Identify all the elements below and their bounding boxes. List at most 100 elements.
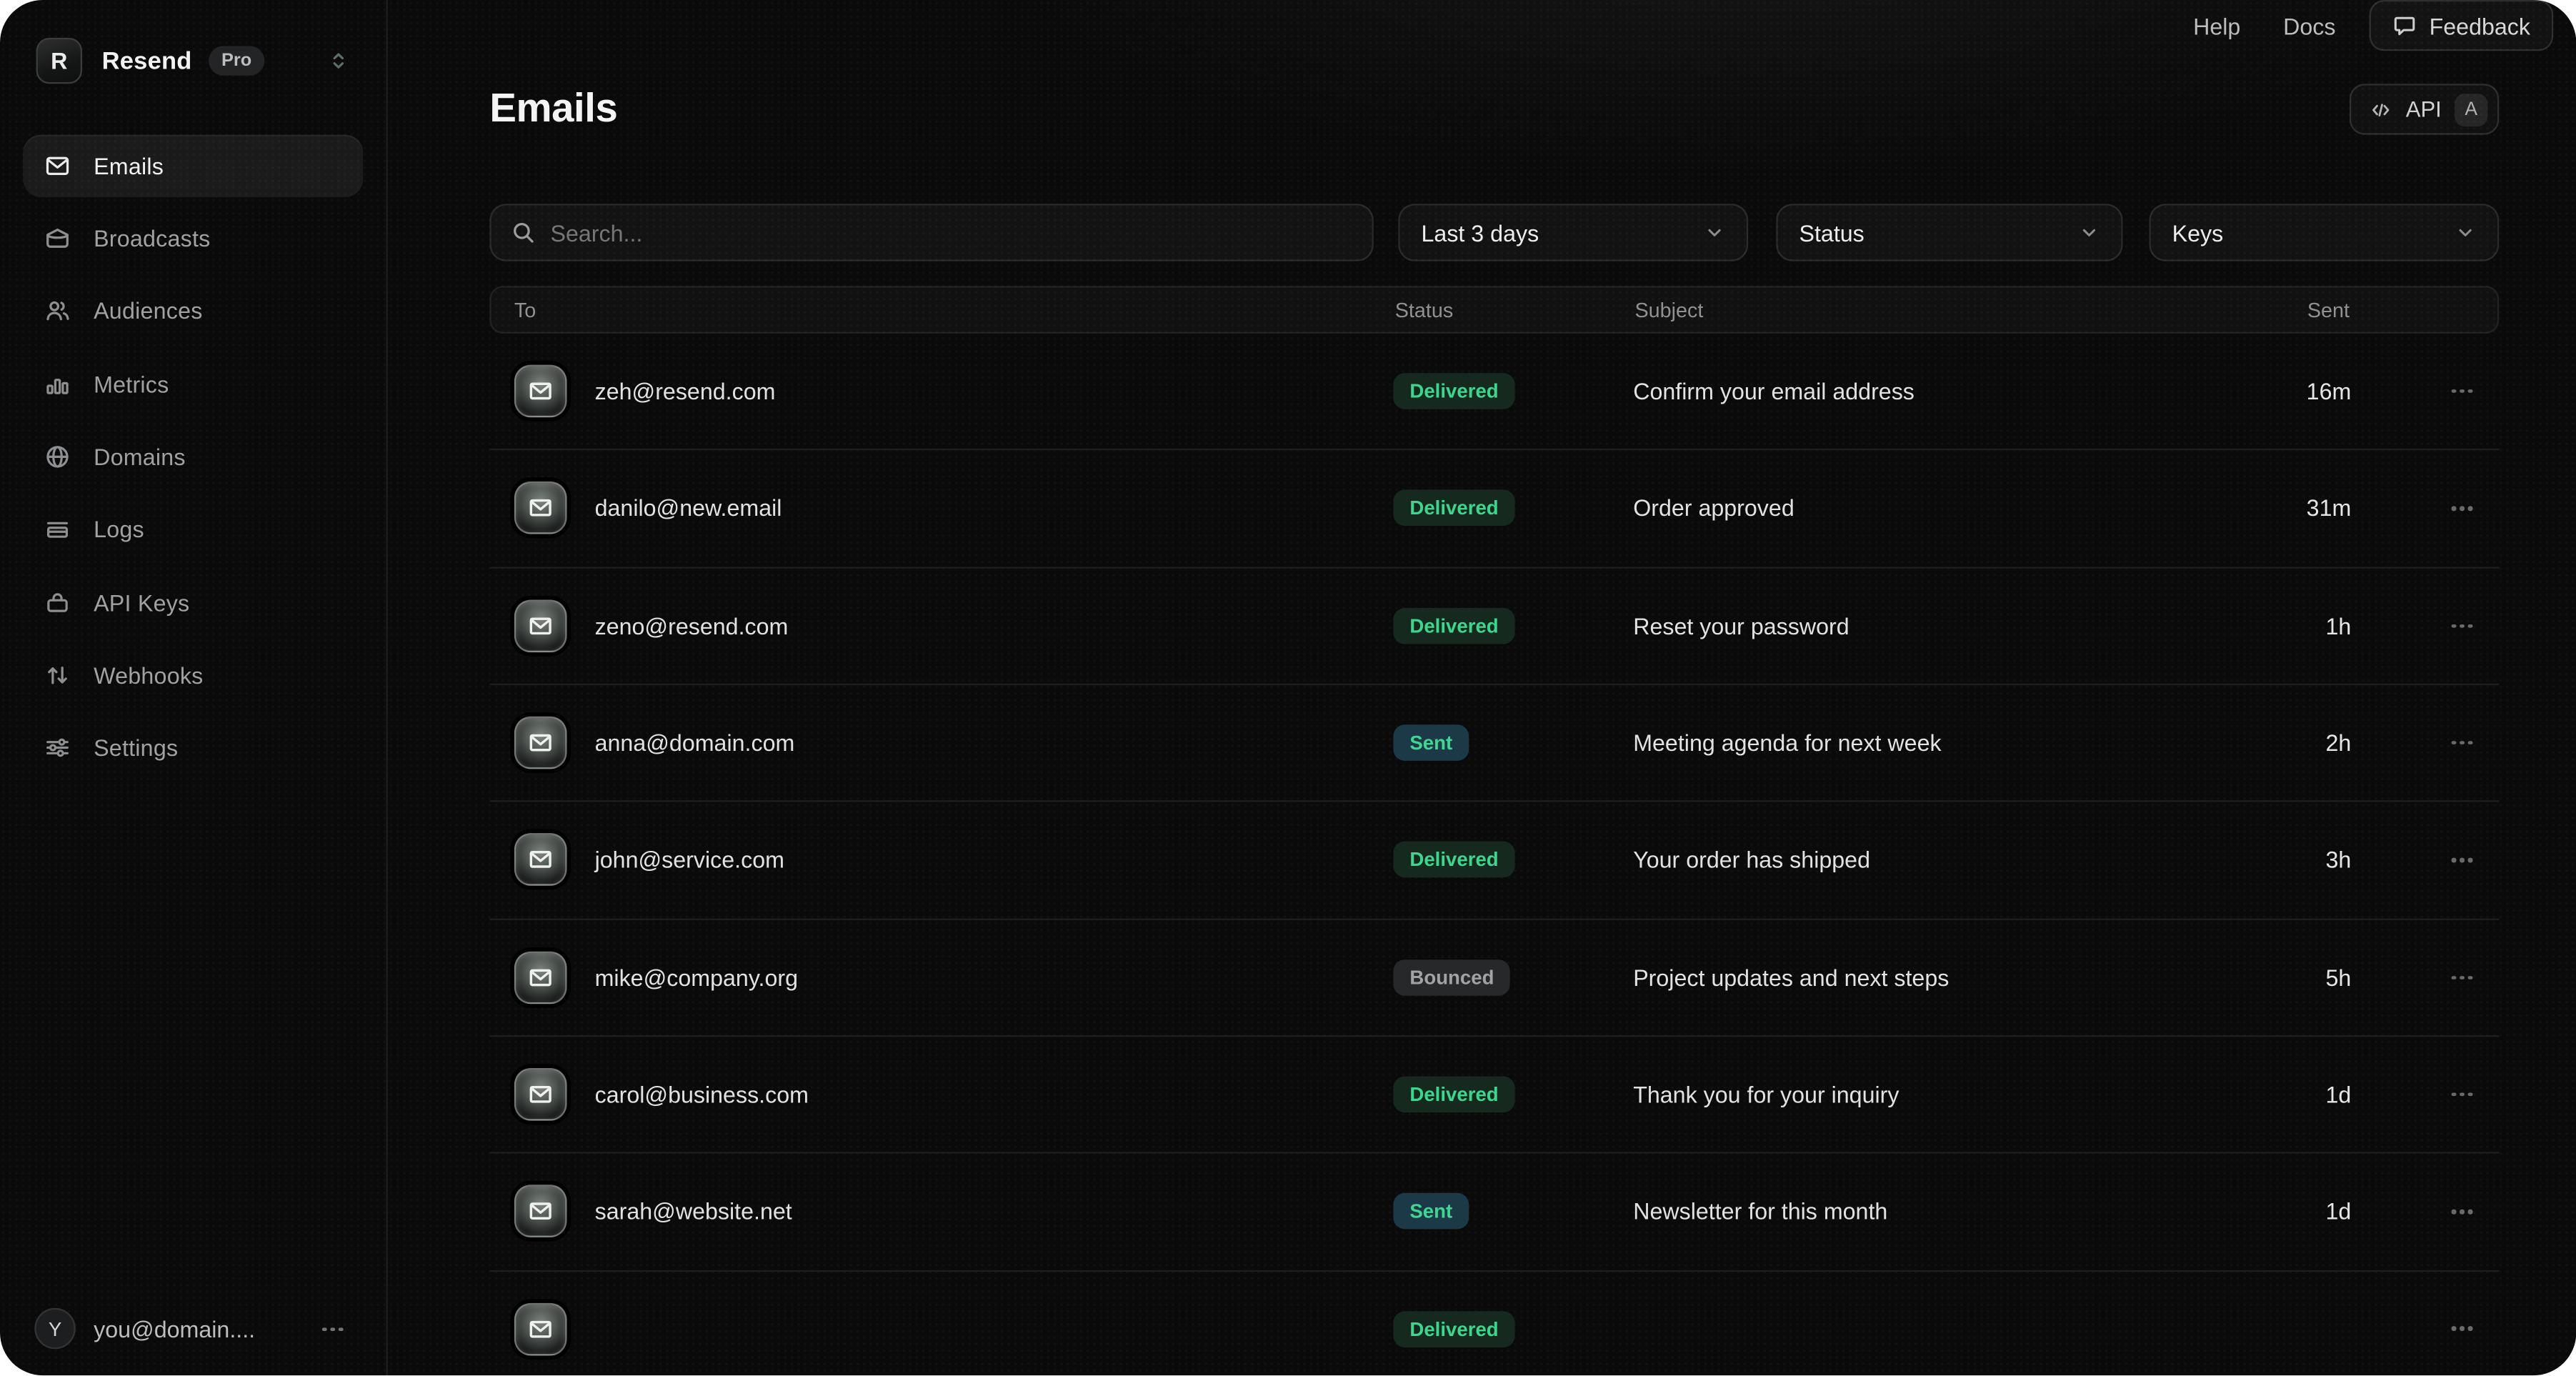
sidebar-item-audiences[interactable]: Audiences	[23, 275, 363, 348]
title-row: Emails API A	[489, 84, 2499, 134]
bar-chart-icon	[44, 371, 71, 397]
user-account-row[interactable]: Y you@domain....	[0, 1309, 386, 1376]
sent-time: 1d	[2277, 1199, 2352, 1225]
sidebar-item-settings[interactable]: Settings	[23, 712, 363, 784]
sidebar-item-domains[interactable]: Domains	[23, 421, 363, 494]
sent-time: 1d	[2277, 1082, 2352, 1108]
envelope-avatar-icon	[514, 482, 567, 535]
email-row[interactable]: mike@company.orgBouncedProject updates a…	[489, 919, 2499, 1037]
status-badge: Delivered	[1393, 373, 1514, 409]
email-row[interactable]: carol@business.comDeliveredThank you for…	[489, 1037, 2499, 1154]
feedback-label: Feedback	[2430, 12, 2530, 39]
row-menu-button[interactable]	[2452, 1092, 2473, 1097]
sent-time: 2h	[2277, 730, 2352, 757]
sidebar-item-label: Audiences	[94, 298, 202, 324]
row-menu-button[interactable]	[2452, 389, 2473, 394]
api-button-label: API	[2406, 97, 2442, 122]
sent-time: 16m	[2277, 378, 2352, 404]
sidebar-item-label: Broadcasts	[94, 225, 210, 251]
chevron-down-icon	[1704, 222, 1725, 244]
emails-page: Emails API A	[388, 51, 2576, 1376]
recipient-email: zeno@resend.com	[595, 612, 1394, 639]
email-subject: Confirm your email address	[1633, 378, 2277, 404]
status-badge: Delivered	[1393, 608, 1514, 644]
sliders-icon	[44, 735, 71, 762]
search-input[interactable]	[551, 219, 1352, 246]
broadcast-icon	[44, 225, 71, 251]
email-row[interactable]: zeno@resend.comDelivered Reset your passw…	[489, 568, 2499, 685]
users-icon	[44, 298, 71, 324]
row-menu-button[interactable]	[2452, 1210, 2473, 1214]
status-badge: Delivered	[1393, 1077, 1514, 1113]
api-button[interactable]: API A	[2350, 84, 2500, 134]
shortcut-key-badge: A	[2455, 93, 2487, 126]
app-viewport: R Resend Pro Emails Broadcasts Audiences Me…	[0, 0, 2576, 1376]
resend-logo: R	[36, 38, 82, 84]
envelope-avatar-icon	[514, 599, 567, 652]
status-badge: Delivered	[1393, 491, 1514, 527]
envelope-avatar-icon	[514, 834, 567, 887]
sidebar-item-label: Metrics	[94, 371, 169, 397]
email-subject: Newsletter for this month	[1633, 1199, 2277, 1225]
sent-time: 5h	[2277, 964, 2352, 991]
email-subject: Project updates and next steps	[1633, 964, 2277, 991]
row-menu-button[interactable]	[2452, 858, 2473, 862]
recipient-email: danilo@new.email	[595, 495, 1394, 522]
search-icon	[511, 220, 536, 245]
envelope-avatar-icon	[514, 1302, 567, 1355]
filter-value: Keys	[2172, 219, 2224, 246]
globe-icon	[44, 444, 71, 470]
email-subject: Reset your password	[1633, 612, 2277, 639]
email-row[interactable]: john@service.comDeliveredYour order has …	[489, 802, 2499, 919]
filter-row: Last 3 days Status Keys	[489, 204, 2499, 261]
column-header-status: Status	[1395, 298, 1635, 321]
email-subject: Order approved	[1633, 495, 2277, 522]
sidebar-item-logs[interactable]: Logs	[23, 493, 363, 566]
page-title: Emails	[489, 86, 617, 132]
user-menu-button[interactable]	[322, 1327, 344, 1331]
sent-time: 31m	[2277, 495, 2352, 522]
topbar: Help Docs Feedback	[388, 0, 2576, 51]
filter-last-3-days-dropdown[interactable]: Last 3 days	[1398, 204, 1748, 261]
email-row[interactable]: Delivered	[489, 1271, 2499, 1376]
sidebar-item-api-keys[interactable]: API Keys	[23, 566, 363, 639]
row-menu-button[interactable]	[2452, 507, 2473, 511]
unfold-icon[interactable]	[327, 49, 350, 72]
feedback-button[interactable]: Feedback	[2368, 0, 2553, 51]
sidebar-item-label: Domains	[94, 444, 186, 470]
sidebar-item-emails[interactable]: Emails	[23, 135, 363, 197]
email-row[interactable]: anna@domain.comSentMeeting agenda for ne…	[489, 685, 2499, 802]
sidebar-item-webhooks[interactable]: Webhooks	[23, 639, 363, 712]
row-menu-button[interactable]	[2452, 975, 2473, 979]
filter-status-dropdown[interactable]: Status	[1776, 204, 2122, 261]
resend-dashboard-window: R Resend Pro Emails Broadcasts Audiences Me…	[0, 0, 2576, 1376]
avatar: Y	[34, 1309, 75, 1350]
sidebar-item-metrics[interactable]: Metrics	[23, 348, 363, 421]
filter-keys-dropdown[interactable]: Keys	[2149, 204, 2499, 261]
email-row[interactable]: danilo@new.emailDelivered Order approved3…	[489, 451, 2499, 568]
row-menu-button[interactable]	[2452, 1327, 2473, 1331]
search-box	[489, 204, 1373, 261]
envelope-avatar-icon	[514, 1068, 567, 1121]
email-row[interactable]: sarah@website.netSentNewsletter for this…	[489, 1154, 2499, 1271]
recipient-email: sarah@website.net	[595, 1199, 1394, 1225]
table-header: To Status Subject Sent	[489, 286, 2499, 334]
email-subject: Meeting agenda for next week	[1633, 730, 2277, 757]
help-link[interactable]: Help	[2193, 12, 2240, 39]
sent-time: 3h	[2277, 847, 2352, 874]
envelope-avatar-icon	[514, 365, 567, 418]
column-header-subject: Subject	[1635, 298, 2276, 321]
email-subject: Your order has shipped	[1633, 847, 2277, 874]
workspace-switcher[interactable]: R Resend Pro	[23, 28, 363, 94]
workspace-name: Resend	[102, 47, 192, 75]
speech-bubble-icon	[2392, 13, 2417, 38]
row-menu-button[interactable]	[2452, 741, 2473, 745]
sidebar-item-label: Logs	[94, 517, 144, 543]
column-header-sent: Sent	[2276, 298, 2350, 321]
email-row[interactable]: zeh@resend.comDeliveredConfirm your emai…	[489, 334, 2499, 451]
docs-link[interactable]: Docs	[2283, 12, 2335, 39]
sidebar-item-broadcasts[interactable]: Broadcasts	[23, 202, 363, 275]
row-menu-button[interactable]	[2452, 624, 2473, 628]
table-body: zeh@resend.comDeliveredConfirm your emai…	[489, 334, 2499, 1376]
lock-icon	[44, 589, 71, 616]
